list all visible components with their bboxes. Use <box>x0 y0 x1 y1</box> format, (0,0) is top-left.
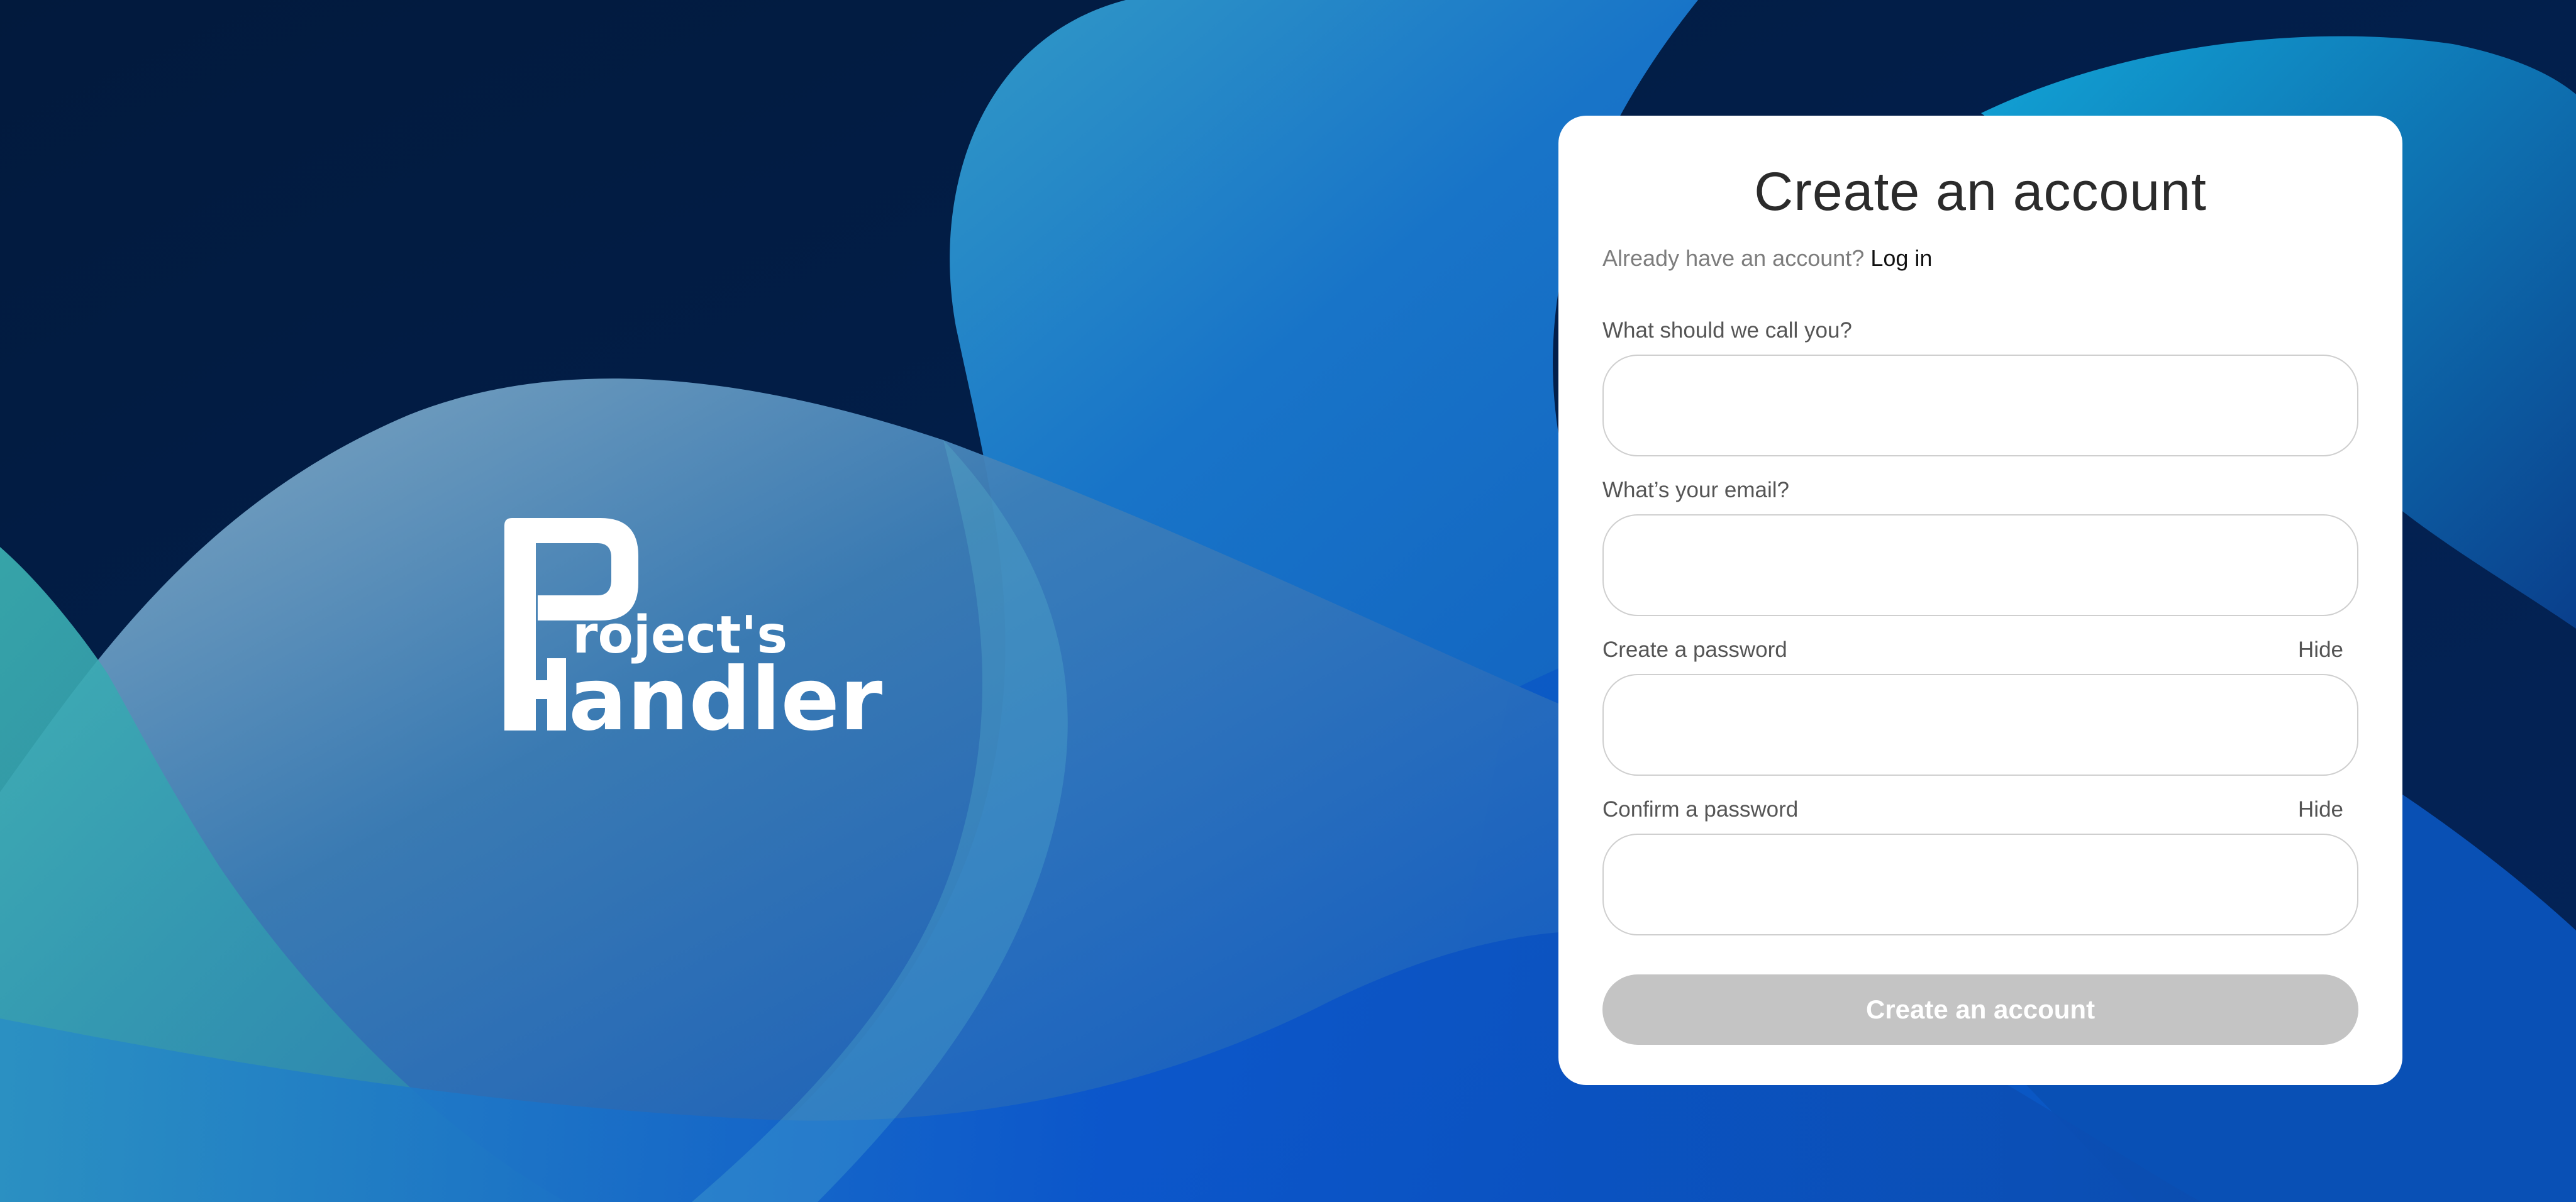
login-prompt-line: Already have an account? Log in <box>1602 245 1932 272</box>
signup-page: roject's andler Create an account Alread… <box>0 0 2576 1202</box>
password-label: Create a password <box>1602 637 1787 662</box>
logo-letter-h-leg <box>547 658 566 731</box>
confirm-password-input[interactable] <box>1602 834 2358 935</box>
confirm-password-label: Confirm a password <box>1602 797 1799 822</box>
logo-line2: andler <box>569 649 882 750</box>
login-link[interactable]: Log in <box>1870 245 1932 271</box>
email-input[interactable] <box>1602 514 2358 616</box>
name-label: What should we call you? <box>1602 318 1852 343</box>
password-hide-toggle[interactable]: Hide <box>2298 637 2343 663</box>
name-input[interactable] <box>1602 355 2358 456</box>
logo-graphic: roject's andler <box>504 518 882 750</box>
title-wrap: Create an account <box>1558 161 2402 223</box>
login-prompt-text: Already have an account? <box>1602 245 1865 271</box>
email-label: What’s your email? <box>1602 478 1789 502</box>
create-account-button[interactable]: Create an account <box>1602 974 2358 1045</box>
page-title: Create an account <box>1754 162 2207 222</box>
projects-handler-logo: roject's andler <box>503 517 887 750</box>
password-input[interactable] <box>1602 674 2358 776</box>
confirm-password-hide-toggle[interactable]: Hide <box>2298 797 2343 822</box>
signup-card: Create an account Already have an accoun… <box>1558 116 2402 1085</box>
